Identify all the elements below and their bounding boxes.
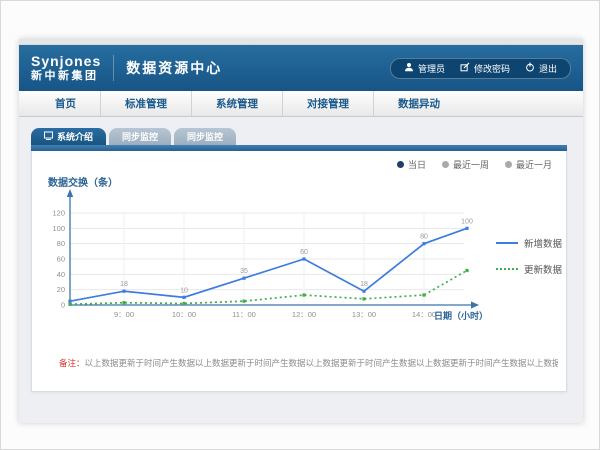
change-password-button[interactable]: 修改密码 (460, 62, 510, 75)
radio-dot-icon (397, 161, 404, 168)
page-title: 数据资源中心 (126, 58, 222, 78)
svg-text:80: 80 (57, 239, 65, 248)
tab-sync-monitor-2[interactable]: 同步监控 (174, 128, 236, 145)
nav-item-standards[interactable]: 标准管理 (100, 91, 191, 116)
panel-accent-bar (31, 145, 567, 151)
header-divider (113, 55, 114, 81)
document-icon (44, 131, 53, 142)
main-nav: 首页 标准管理 系统管理 对接管理 数据异动 (19, 91, 583, 117)
logout-label: 退出 (539, 62, 557, 75)
svg-text:13：00: 13：00 (352, 310, 376, 319)
svg-text:80: 80 (420, 234, 428, 241)
radio-dot-icon (505, 161, 512, 168)
svg-text:35: 35 (240, 268, 248, 275)
legend-item-updated-data: 更新数据 (496, 262, 562, 276)
footnote-prefix: 备注： (59, 358, 85, 368)
svg-text:10：00: 10：00 (172, 310, 196, 319)
radio-last-month-label: 最近一月 (516, 158, 552, 171)
radio-last-week-label: 最近一周 (453, 158, 489, 171)
footnote: 备注：以上数据更新于时间产生数据以上数据更新于时间产生数据以上数据更新于时间产生… (59, 357, 558, 369)
power-icon (525, 62, 535, 74)
range-filter: 当日 最近一周 最近一月 (397, 158, 552, 171)
y-axis-title: 数据交换（条） (48, 174, 118, 189)
svg-text:12：00: 12：00 (292, 310, 316, 319)
logo-text-en: Synjones (31, 54, 101, 69)
svg-text:11：00: 11：00 (232, 310, 256, 319)
data-exchange-line-chart: 日期（小时） 0 20 40 60 80 100 120 9：00 10：00 11：00 12：0… (42, 188, 512, 328)
radio-today-label: 当日 (408, 158, 426, 171)
header-bar: Synjones 新中新集团 数据资源中心 管理员 修改密码 (19, 45, 583, 91)
blue-line-icon (496, 242, 518, 244)
chart-panel: 当日 最近一周 最近一月 数据交换（条） 日期（小时） 0 20 40 60 80 100… (31, 145, 567, 392)
user-menu-admin-label: 管理员 (418, 62, 445, 75)
nav-item-interface[interactable]: 对接管理 (282, 91, 373, 116)
screen-background: Synjones 新中新集团 数据资源中心 管理员 修改密码 (0, 0, 600, 450)
svg-text:20: 20 (57, 285, 65, 294)
logo-text-cn: 新中新集团 (31, 70, 101, 82)
content-area: 系统介绍 同步监控 同步监控 当日 (19, 118, 583, 423)
brand-logo: Synjones 新中新集团 (31, 54, 101, 81)
svg-text:18: 18 (120, 281, 128, 288)
change-password-label: 修改密码 (474, 62, 510, 75)
chart-legend: 新增数据 更新数据 (496, 236, 562, 276)
svg-text:100: 100 (52, 224, 65, 233)
legend-label: 更新数据 (524, 262, 562, 276)
user-menu-admin[interactable]: 管理员 (404, 62, 445, 75)
radio-last-week[interactable]: 最近一周 (442, 158, 489, 171)
radio-today[interactable]: 当日 (397, 158, 426, 171)
tab-bar: 系统介绍 同步监控 同步监控 (31, 128, 239, 145)
x-axis-title: 日期（小时） (434, 310, 488, 321)
svg-text:100: 100 (461, 218, 473, 225)
svg-text:60: 60 (57, 255, 65, 264)
tab-system-intro[interactable]: 系统介绍 (31, 128, 106, 145)
svg-text:120: 120 (52, 209, 65, 218)
svg-text:9：00: 9：00 (114, 310, 134, 319)
user-menu: 管理员 修改密码 退出 (390, 58, 571, 79)
nav-item-system[interactable]: 系统管理 (191, 91, 282, 116)
green-dotted-line-icon (496, 268, 518, 270)
svg-text:60: 60 (300, 249, 308, 256)
user-icon (404, 62, 414, 74)
radio-dot-icon (442, 161, 449, 168)
legend-item-new-data: 新增数据 (496, 236, 562, 250)
svg-text:18: 18 (360, 281, 368, 288)
radio-last-month[interactable]: 最近一月 (505, 158, 552, 171)
edit-icon (460, 62, 470, 74)
tab-sync-monitor-1[interactable]: 同步监控 (109, 128, 171, 145)
app-window: Synjones 新中新集团 数据资源中心 管理员 修改密码 (19, 39, 583, 423)
tab-label: 同步监控 (187, 130, 223, 143)
logout-button[interactable]: 退出 (525, 62, 557, 75)
svg-text:0: 0 (61, 301, 65, 310)
footnote-text: 以上数据更新于时间产生数据以上数据更新于时间产生数据以上数据更新于时间产生数据以… (85, 358, 558, 368)
nav-item-home[interactable]: 首页 (31, 91, 100, 116)
tab-label: 系统介绍 (57, 130, 93, 143)
svg-text:40: 40 (57, 270, 65, 279)
legend-label: 新增数据 (524, 236, 562, 250)
nav-item-data-changes[interactable]: 数据异动 (373, 91, 464, 116)
tab-label: 同步监控 (122, 130, 158, 143)
svg-text:10: 10 (180, 287, 188, 294)
svg-text:14：00: 14：00 (412, 310, 436, 319)
